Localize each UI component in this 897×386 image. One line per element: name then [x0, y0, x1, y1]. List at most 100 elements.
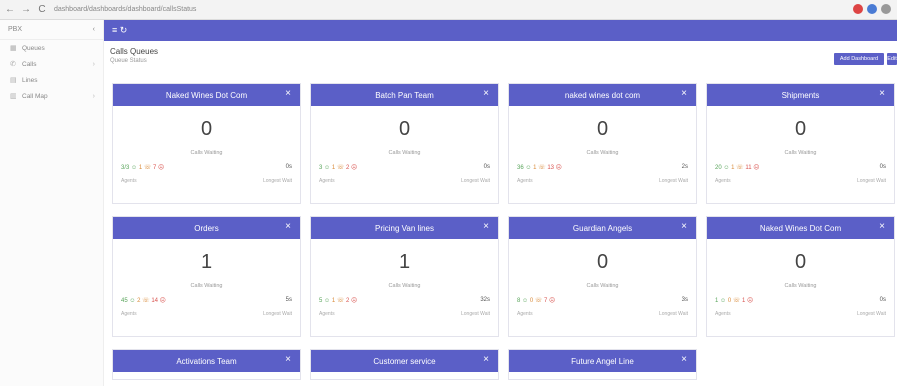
- busy-count: 0 ☏: [529, 298, 543, 304]
- close-icon[interactable]: ×: [285, 354, 291, 365]
- breadcrumb[interactable]: Queue Status: [110, 58, 147, 64]
- forward-icon[interactable]: →: [20, 3, 32, 17]
- agent-stats: 1 ☺ 0 ☏ 1 ☹: [715, 297, 753, 304]
- extension-icon[interactable]: [867, 4, 877, 14]
- longest-wait-label: Longest Wait: [659, 178, 688, 184]
- reload-icon[interactable]: C: [36, 3, 48, 17]
- card-header: Activations Team ×: [113, 350, 300, 372]
- sidebar-title: PBX: [8, 26, 23, 33]
- close-icon[interactable]: ×: [681, 354, 687, 365]
- sidebar-item-label: Call Map: [22, 92, 48, 100]
- close-icon[interactable]: ×: [285, 88, 291, 99]
- longest-wait-value: 32s: [480, 297, 490, 303]
- grid-icon: ▦: [10, 45, 17, 52]
- queue-card: Naked Wines Dot Com × 0 Calls Waiting 3/3…: [112, 83, 301, 204]
- sidebar-item-lines[interactable]: ▤ Lines: [0, 72, 103, 88]
- longest-wait-value: 0s: [285, 164, 292, 170]
- close-icon[interactable]: ×: [681, 221, 687, 232]
- collapse-icon[interactable]: ‹: [93, 26, 95, 33]
- sidebar-item-calls[interactable]: ✆ Calls ›: [0, 56, 103, 72]
- unavailable-count: 13 ☹: [547, 165, 562, 171]
- available-count: 8 ☺: [517, 298, 529, 304]
- card-header: naked wines dot com ×: [509, 84, 696, 106]
- agent-stats: 45 ☺ 2 ☏ 14 ☹: [121, 297, 166, 304]
- close-icon[interactable]: ×: [285, 221, 291, 232]
- agents-label: Agents: [715, 178, 731, 184]
- unavailable-count: 11 ☹: [745, 165, 760, 171]
- sidebar-item-queues[interactable]: ▦ Queues: [0, 40, 103, 56]
- map-icon: ▥: [10, 93, 17, 100]
- agents-label: Agents: [517, 311, 533, 317]
- agent-stats: 36 ☺ 1 ☏ 13 ☹: [517, 164, 562, 171]
- longest-wait-value: 3s: [681, 297, 688, 303]
- busy-count: 1 ☏: [331, 165, 345, 171]
- longest-wait-label: Longest Wait: [461, 311, 490, 317]
- sidebar-item-label: Lines: [22, 76, 38, 84]
- card-title: Naked Wines Dot Com: [165, 90, 248, 100]
- longest-wait-value: 5s: [285, 297, 292, 303]
- card-header: Naked Wines Dot Com ×: [113, 84, 300, 106]
- close-icon[interactable]: ×: [879, 221, 885, 232]
- agent-stats: 3 ☺ 1 ☏ 2 ☹: [319, 164, 357, 171]
- card-title: Customer service: [373, 356, 436, 366]
- calls-count: 1: [398, 251, 411, 273]
- queue-card: Guardian Angels × 0 Calls Waiting 8 ☺ 0 ☏…: [508, 216, 697, 337]
- queue-card: Activations Team ×: [112, 349, 301, 380]
- sidebar-item-call-map[interactable]: ▥ Call Map ›: [0, 88, 103, 104]
- busy-count: 1 ☏: [331, 298, 345, 304]
- phone-icon: ✆: [10, 61, 16, 68]
- close-icon[interactable]: ×: [483, 221, 489, 232]
- agent-stats: 8 ☺ 0 ☏ 7 ☹: [517, 297, 555, 304]
- unavailable-count: 2 ☹: [346, 298, 358, 304]
- calls-state-label: Calls Waiting: [784, 150, 817, 156]
- calls-state-label: Calls Waiting: [586, 150, 619, 156]
- calls-state-label: Calls Waiting: [586, 283, 619, 289]
- calls-count: 0: [596, 251, 609, 273]
- agents-label: Agents: [121, 311, 137, 317]
- queue-card: Pricing Van lines × 1 Calls Waiting 5 ☺ 1…: [310, 216, 499, 337]
- card-title: Naked Wines Dot Com: [759, 223, 842, 233]
- available-count: 3 ☺: [319, 165, 331, 171]
- extension-icon[interactable]: [881, 4, 891, 14]
- card-title: Future Angel Line: [571, 356, 634, 366]
- calls-count: 0: [398, 118, 411, 140]
- calls-count: 0: [200, 118, 213, 140]
- queue-card: Batch Pan Team × 0 Calls Waiting 3 ☺ 1 ☏ …: [310, 83, 499, 204]
- busy-count: 1 ☏: [533, 165, 546, 171]
- available-count: 1 ☺: [715, 298, 727, 304]
- top-bar: ≡ ↻: [104, 20, 897, 41]
- queue-card: Orders × 1 Calls Waiting 45 ☺ 2 ☏ 14 ☹ 5s…: [112, 216, 301, 337]
- longest-wait-label: Longest Wait: [263, 178, 292, 184]
- card-header: Pricing Van lines ×: [311, 217, 498, 239]
- add-dashboard-button[interactable]: Add Dashboard: [834, 53, 884, 65]
- calls-state-label: Calls Waiting: [784, 283, 817, 289]
- agent-stats: 5 ☺ 1 ☏ 2 ☹: [319, 297, 357, 304]
- unavailable-count: 2 ☹: [346, 165, 358, 171]
- longest-wait-label: Longest Wait: [263, 311, 292, 317]
- page-title: Calls Queues: [110, 47, 159, 56]
- busy-count: 1 ☏: [138, 165, 152, 171]
- address-bar[interactable]: dashboard/dashboards/dashboard/callsStat…: [54, 6, 196, 13]
- back-icon[interactable]: ←: [4, 3, 16, 17]
- queue-card: Shipments × 0 Calls Waiting 20 ☺ 1 ☏ 11 ☹…: [706, 83, 895, 204]
- close-icon[interactable]: ×: [879, 88, 885, 99]
- agent-stats: 20 ☺ 1 ☏ 11 ☹: [715, 164, 759, 171]
- close-icon[interactable]: ×: [681, 88, 687, 99]
- busy-count: 0 ☏: [727, 298, 741, 304]
- card-header: Guardian Angels ×: [509, 217, 696, 239]
- agents-label: Agents: [715, 311, 731, 317]
- sidebar: PBX ‹ ▦ Queues ✆ Calls › ▤ Lines ▥ Call …: [0, 20, 104, 386]
- close-icon[interactable]: ×: [483, 354, 489, 365]
- card-title: Activations Team: [176, 356, 237, 366]
- unavailable-count: 14 ☹: [151, 298, 166, 304]
- close-icon[interactable]: ×: [483, 88, 489, 99]
- sidebar-item-label: Queues: [22, 44, 45, 52]
- longest-wait-value: 0s: [483, 164, 490, 170]
- card-title: Orders: [194, 223, 219, 233]
- menu-icon[interactable]: ≡ ↻: [112, 25, 127, 36]
- extension-icon[interactable]: [853, 4, 863, 14]
- longest-wait-label: Longest Wait: [857, 311, 886, 317]
- edit-button[interactable]: Edit: [887, 53, 897, 65]
- card-header: Customer service ×: [311, 350, 498, 372]
- longest-wait-label: Longest Wait: [659, 311, 688, 317]
